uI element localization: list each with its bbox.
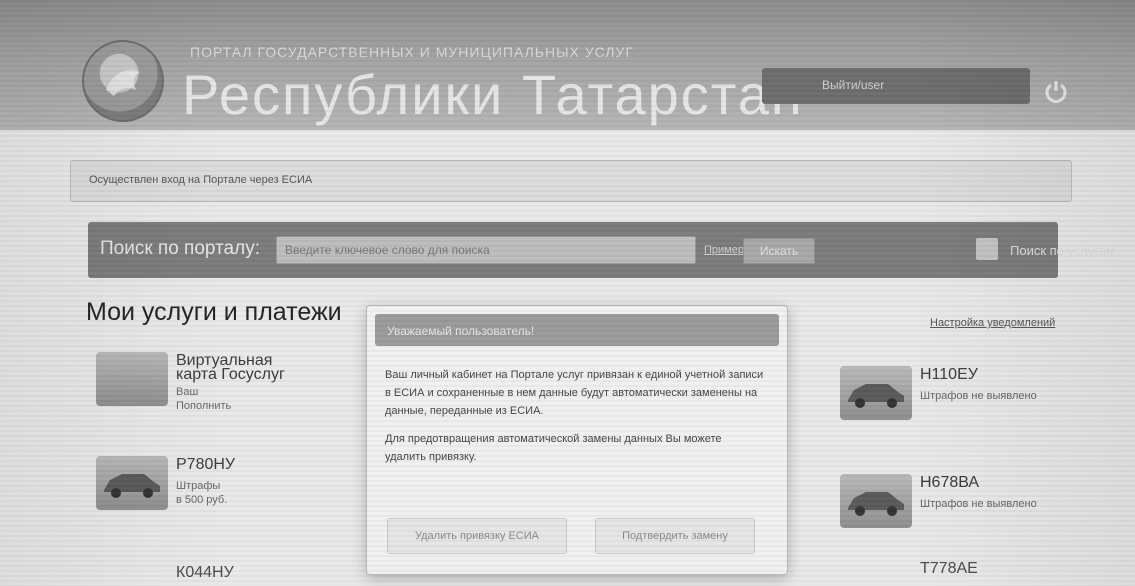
- notification-settings-link[interactable]: Настройка уведомлений: [930, 317, 1055, 329]
- search-button[interactable]: Искать: [743, 238, 815, 264]
- notice-text: Осуществлен вход на Портале через ЕСИА: [89, 174, 313, 186]
- services-title: Мои услуги и платежи: [86, 298, 342, 326]
- tile-note: Ваш: [176, 386, 199, 398]
- login-notice: Осуществлен вход на Портале через ЕСИА: [70, 160, 1072, 202]
- car-icon: [848, 384, 904, 408]
- user-label: Выйти/user: [822, 78, 885, 92]
- checkbox-icon[interactable]: [976, 238, 998, 260]
- car-tile[interactable]: Н110ЕУ Штрафов не выявлено: [840, 360, 1090, 430]
- search-services-toggle[interactable]: Поиск по услугам: [976, 238, 1135, 266]
- snow-leopard-icon: [106, 70, 140, 96]
- car-tile[interactable]: Р780НУ Штрафы в 500 руб.: [96, 450, 346, 520]
- search-bar: Поиск по порталу: Пример Искать Поиск по…: [88, 222, 1115, 278]
- car-plate: Н110ЕУ: [920, 366, 978, 383]
- power-icon[interactable]: [1043, 78, 1069, 104]
- car-icon: [104, 474, 160, 498]
- car-plate-partial[interactable]: К044НУ: [176, 564, 234, 582]
- search-input[interactable]: [276, 236, 696, 264]
- car-tile[interactable]: Н678ВА Штрафов не выявлено: [840, 468, 1090, 538]
- dialog-header: Уважаемый пользователь!: [375, 314, 779, 346]
- search-example-link[interactable]: Пример: [704, 244, 744, 256]
- card-thumbnail: [96, 352, 168, 406]
- search-label: Поиск по порталу:: [100, 238, 260, 259]
- dialog-paragraph-2: Для предотвращения автоматической замены…: [385, 433, 722, 463]
- car-status: Штрафов не выявлено: [920, 498, 1037, 510]
- car-icon: [848, 492, 904, 516]
- tile-subtitle: карта Госуслуг: [176, 366, 285, 383]
- portal-header: Портал государственных и муниципальных у…: [0, 0, 1135, 130]
- car-amount: в 500 руб.: [176, 494, 228, 506]
- dialog-paragraph-1: Ваш личный кабинет на Портале услуг прив…: [385, 369, 764, 417]
- car-status: Штрафов не выявлено: [920, 390, 1037, 402]
- dialog-body: Ваш личный кабинет на Портале услуг прив…: [385, 366, 765, 476]
- confirm-replace-button[interactable]: Подтвердить замену: [595, 518, 755, 554]
- tile-action[interactable]: Пополнить: [176, 400, 231, 412]
- car-plate: Н678ВА: [920, 474, 980, 491]
- portal-title: Республики Татарстан: [182, 63, 804, 126]
- user-menu[interactable]: Выйти/user: [762, 68, 1030, 104]
- unlink-esia-button[interactable]: Удалить привязку ЕСИА: [387, 518, 567, 554]
- service-tile[interactable]: Виртуальная карта Госуслуг Ваш Пополнить: [96, 346, 346, 416]
- car-plate: Р780НУ: [176, 456, 236, 473]
- dialog-title: Уважаемый пользователь!: [387, 324, 535, 338]
- esia-dialog: Уважаемый пользователь! Ваш личный кабин…: [366, 305, 788, 575]
- car-status: Штрафы: [176, 480, 221, 492]
- checkbox-label: Поиск по услугам: [1010, 243, 1116, 258]
- portal-subtitle: Портал государственных и муниципальных у…: [190, 44, 634, 60]
- car-plate-partial[interactable]: Т778АЕ: [920, 560, 978, 578]
- logo[interactable]: [82, 40, 164, 122]
